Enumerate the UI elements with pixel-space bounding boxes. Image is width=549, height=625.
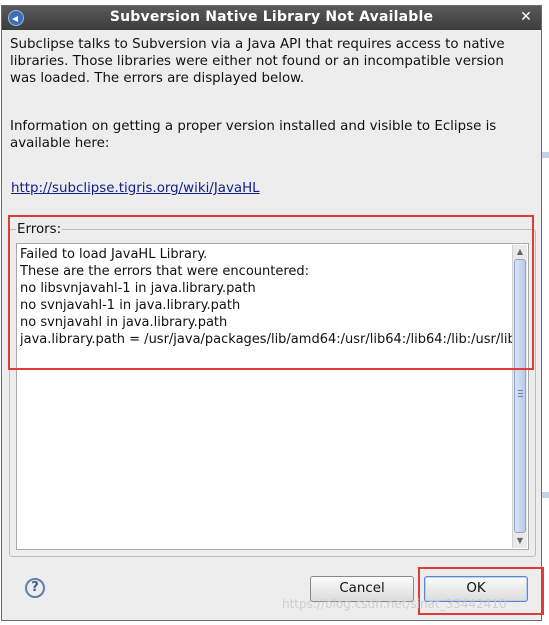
errors-text: Failed to load JavaHL Library. These are… [20, 247, 513, 347]
errors-textarea[interactable]: Failed to load JavaHL Library. These are… [16, 243, 529, 550]
scroll-up-icon[interactable]: ▲ [515, 247, 525, 257]
watermark: https://blog.csdn.net/sinat_33442410 [282, 597, 507, 611]
grip-icon [518, 390, 523, 397]
dialog-titlebar[interactable]: Subversion Native Library Not Available … [2, 6, 541, 30]
javahl-wiki-link[interactable]: http://subclipse.tigris.org/wiki/JavaHL [11, 181, 260, 196]
info-text: Information on getting a proper version … [10, 119, 497, 151]
close-icon[interactable]: ✕ [518, 8, 534, 26]
scroll-down-icon[interactable]: ▼ [515, 536, 525, 546]
errors-group: Errors: Failed to load JavaHL Library. T… [9, 222, 536, 557]
errors-label: Errors: [16, 222, 63, 237]
error-message: Subclipse talks to Subversion via a Java… [10, 37, 505, 86]
errors-vertical-scrollbar[interactable]: ▲ ▼ [512, 245, 527, 548]
native-library-dialog: Subversion Native Library Not Available … [1, 5, 542, 621]
scrollbar-thumb[interactable] [514, 259, 526, 533]
dialog-title: Subversion Native Library Not Available [109, 9, 434, 25]
help-icon[interactable]: ? [25, 578, 45, 598]
dialog-content: Subclipse talks to Subversion via a Java… [2, 30, 541, 620]
